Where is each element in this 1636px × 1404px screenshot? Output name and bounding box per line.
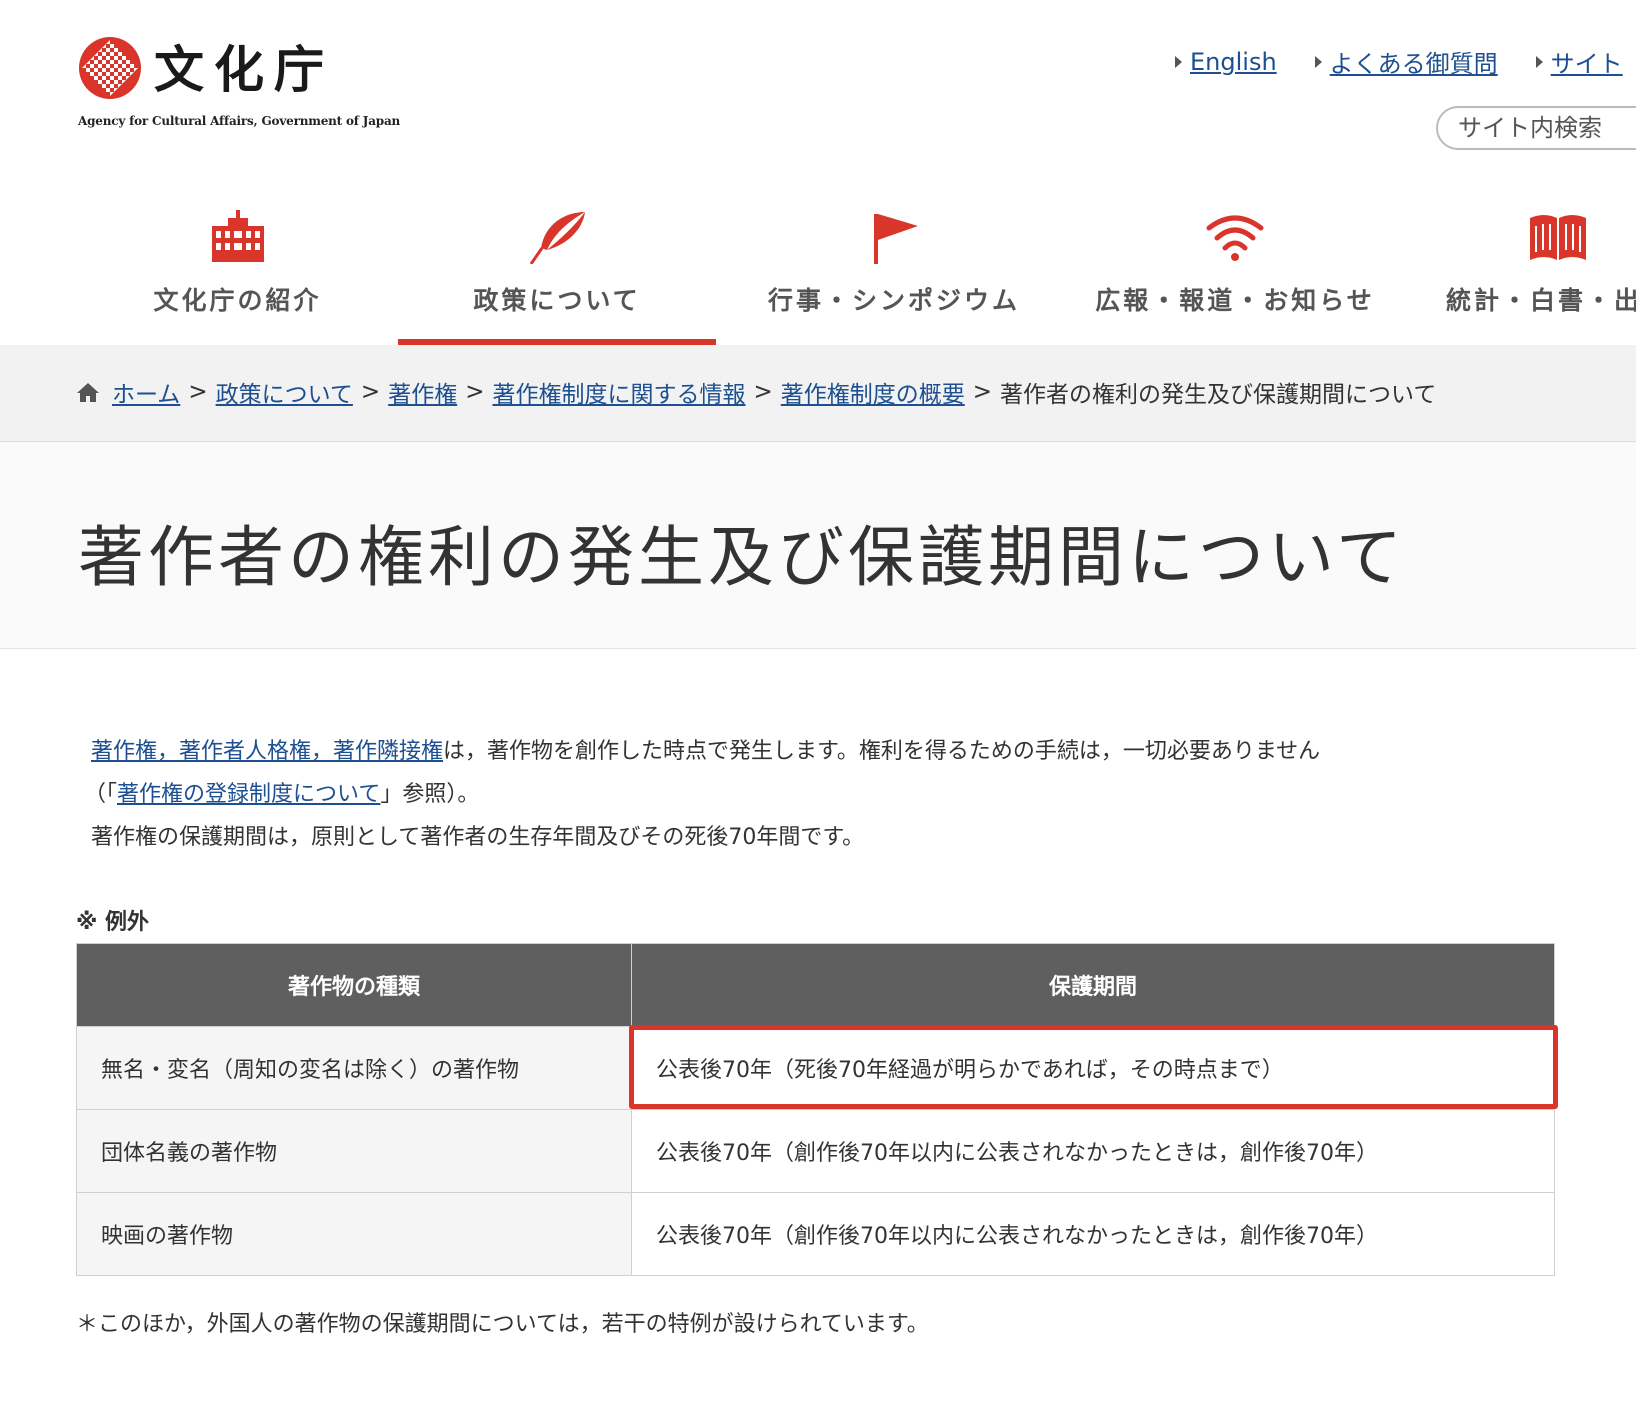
triangle-right-icon [1535, 55, 1543, 68]
english-link[interactable]: English [1175, 44, 1277, 79]
footnote: ＊このほか，外国人の著作物の保護期間については，若干の特例が設けられています。 [76, 1312, 929, 1337]
triangle-right-icon [1314, 55, 1322, 68]
breadcrumb-home[interactable]: ホーム [112, 375, 180, 409]
intro-paragraph-2: （「著作権の登録制度について」参照）。 [84, 782, 480, 807]
protection-term-table: 著作物の種類 保護期間 無名・変名（周知の変名は除く）の著作物 公表後70年（死… [76, 943, 1555, 1276]
site-search-button[interactable]: サイト内検索 [1436, 106, 1636, 150]
breadcrumb-separator: > [360, 379, 381, 405]
breadcrumb-separator: > [188, 379, 208, 405]
nav-item-policy[interactable]: 政策について [398, 205, 716, 345]
wifi-icon [1206, 215, 1264, 261]
utility-nav: English よくある御質問 サイト [1175, 44, 1623, 79]
intro-text: 著作権，著作者人格権，著作隣接権は，著作物を創作した時点で発生します。権利を得る… [84, 730, 1564, 859]
table-cell-kind: 映画の著作物 [76, 1192, 632, 1276]
breadcrumb-policy[interactable]: 政策について [216, 375, 353, 409]
intro-paragraph-3: 著作権の保護期間は，原則として著作者の生存年間及びその死後70年間です。 [91, 825, 865, 850]
faq-link[interactable]: よくある御質問 [1314, 44, 1498, 79]
nav-item-about[interactable]: 文化庁の紹介 [80, 205, 395, 345]
home-icon [77, 383, 99, 402]
breadcrumb-copyright-overview[interactable]: 著作権制度の概要 [781, 375, 965, 409]
nav-item-news[interactable]: 広報・報道・お知らせ [1090, 205, 1380, 345]
triangle-right-icon [1175, 55, 1182, 68]
breadcrumb-separator: > [972, 379, 993, 405]
breadcrumb-copyright[interactable]: 著作権 [388, 375, 457, 409]
table-row: 団体名義の著作物 公表後70年（創作後70年以内に公表されなかったときは，創作後… [76, 1109, 1555, 1193]
feather-pen-icon [529, 212, 585, 264]
sitemap-link[interactable]: サイト [1535, 44, 1623, 79]
breadcrumb-bar: ホーム > 政策について > 著作権 > 著作権制度に関する情報 > 著作権制度… [0, 345, 1636, 442]
title-bar: 著作者の権利の発生及び保護期間について [0, 442, 1636, 649]
exception-label: ※ 例外 [76, 910, 150, 935]
registration-system-link[interactable]: 著作権の登録制度について [117, 782, 380, 807]
table-cell-period: 公表後70年（創作後70年以内に公表されなかったときは，創作後70年） [631, 1192, 1555, 1276]
logo-wordmark: 文化庁 [154, 40, 334, 99]
table-cell-kind: 団体名義の著作物 [76, 1109, 632, 1193]
logo-mark-icon [79, 37, 141, 99]
global-nav: 文化庁の紹介 政策について 行事・シンポジウム 広報・報道・お知らせ 統計・白書… [0, 205, 1636, 345]
table-header-row: 著作物の種類 保護期間 [76, 943, 1555, 1027]
book-icon [1530, 215, 1586, 260]
logo-subtitle: Agency for Cultural Affairs, Government … [78, 114, 401, 128]
highlight-annotation-box [629, 1025, 1558, 1109]
nav-item-events[interactable]: 行事・シンポジウム [748, 205, 1040, 345]
page-title: 著作者の権利の発生及び保護期間について [78, 519, 1407, 596]
breadcrumb-separator: > [465, 379, 485, 405]
building-icon [211, 210, 264, 262]
column-header-period: 保護期間 [631, 943, 1555, 1027]
site-logo[interactable]: 文化庁 Agency for Cultural Affairs, Governm… [78, 36, 400, 131]
breadcrumb: ホーム > 政策について > 著作権 > 著作権制度に関する情報 > 著作権制度… [76, 375, 1436, 409]
copyright-rights-link[interactable]: 著作権，著作者人格権，著作隣接権 [91, 739, 443, 764]
table-cell-period: 公表後70年（創作後70年以内に公表されなかったときは，創作後70年） [631, 1109, 1555, 1193]
column-header-kind: 著作物の種類 [76, 943, 632, 1027]
breadcrumb-separator: > [753, 379, 773, 405]
intro-paragraph-1: 著作権，著作者人格権，著作隣接権は，著作物を創作した時点で発生します。権利を得る… [91, 739, 1321, 764]
flag-icon [874, 214, 918, 264]
nav-item-statistics[interactable]: 統計・白書・出版 [1420, 205, 1636, 345]
table-cell-kind: 無名・変名（周知の変名は除く）の著作物 [76, 1026, 632, 1110]
breadcrumb-copyright-info[interactable]: 著作権制度に関する情報 [492, 375, 745, 409]
table-row: 映画の著作物 公表後70年（創作後70年以内に公表されなかったときは，創作後70… [76, 1192, 1555, 1276]
site-header: 文化庁 Agency for Cultural Affairs, Governm… [0, 0, 1636, 345]
breadcrumb-current: 著作者の権利の発生及び保護期間について [1000, 382, 1437, 408]
